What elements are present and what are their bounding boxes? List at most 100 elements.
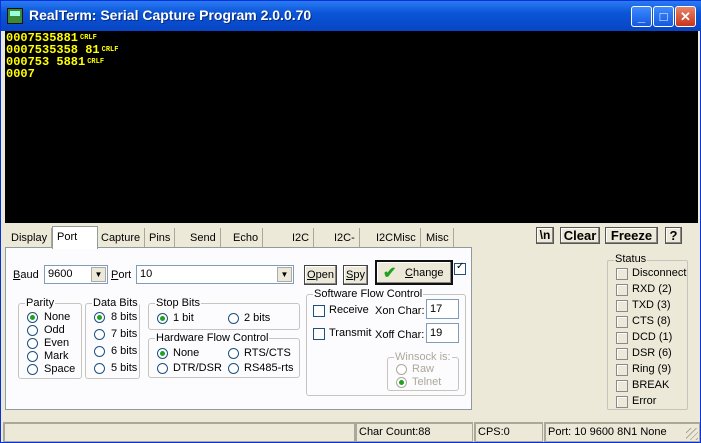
tab-echo-port[interactable]: Echo Port <box>229 228 264 264</box>
status-error-label: Error <box>632 395 657 407</box>
parity-odd-radio[interactable] <box>27 325 38 336</box>
maximize-button[interactable]: □ <box>653 6 674 27</box>
databits-8-label: 8 bits <box>111 311 138 323</box>
cps-readout: CPS:0 <box>474 422 543 442</box>
hwflow-none-radio[interactable] <box>157 348 168 359</box>
hwflow-dtrdsr-radio[interactable] <box>157 363 168 374</box>
hwflow-title: Hardware Flow Control <box>155 332 270 344</box>
open-button[interactable]: Open <box>304 265 337 285</box>
winsock-telnet-label: Telnet <box>412 376 442 388</box>
status-break-label: BREAK <box>632 379 670 391</box>
parity-none-label: None <box>44 311 71 323</box>
stopbits-title: Stop Bits <box>155 297 202 309</box>
stopbits-1-radio[interactable] <box>157 313 168 324</box>
status-cts-label: CTS (8) <box>632 315 671 327</box>
tab-pins[interactable]: Pins <box>145 228 176 248</box>
tab-i2cmisc[interactable]: I2CMisc <box>372 228 421 248</box>
winsock-telnet-radio[interactable] <box>396 377 407 388</box>
close-button[interactable]: ✕ <box>675 6 696 27</box>
statusbar-blank <box>3 422 355 442</box>
receive-label: Receive <box>329 304 369 316</box>
chevron-down-icon[interactable]: ▼ <box>91 267 106 282</box>
port-info: Port: 10 9600 8N1 None <box>544 422 700 442</box>
stopbits-2-radio[interactable] <box>228 313 239 324</box>
databits-6-radio[interactable] <box>94 346 105 357</box>
status-led <box>616 396 628 408</box>
parity-mark-label: Mark <box>44 350 69 362</box>
change-checkbox[interactable] <box>454 261 466 275</box>
status-led <box>616 348 628 360</box>
databits-title: Data Bits <box>92 297 139 309</box>
help-button[interactable]: ? <box>665 227 682 244</box>
xoff-char-input[interactable]: 19 <box>426 323 459 343</box>
freeze-button[interactable]: Freeze <box>605 227 658 244</box>
parity-mark-radio[interactable] <box>27 351 38 362</box>
databits-5-radio[interactable] <box>94 363 105 374</box>
hwflow-rtscts-radio[interactable] <box>228 348 239 359</box>
swflow-group: Software Flow Control Receive Xon Char: … <box>306 288 466 396</box>
stopbits-1-label: 1 bit <box>173 312 194 324</box>
parity-space-label: Space <box>44 363 76 375</box>
databits-7-radio[interactable] <box>94 329 105 340</box>
databits-8-radio[interactable] <box>94 312 105 323</box>
tab-send[interactable]: Send <box>186 228 221 248</box>
xon-char-input[interactable]: 17 <box>426 299 459 319</box>
status-disconnect-label[interactable]: Disconnect <box>632 267 686 279</box>
chevron-down-icon[interactable]: ▼ <box>277 267 292 282</box>
tab-display[interactable]: Display <box>7 228 53 248</box>
status-led <box>616 364 628 376</box>
port-label: Port <box>111 269 132 281</box>
winsock-group: Winsock is: Raw Telnet <box>387 351 459 391</box>
parity-none-radio[interactable] <box>27 312 38 323</box>
tab-i2c-2[interactable]: I2C-2 <box>330 228 360 264</box>
minimize-button[interactable]: _ <box>631 6 652 27</box>
status-dcd-label: DCD (1) <box>632 331 673 343</box>
parity-even-label: Even <box>44 337 70 349</box>
stopbits-2-label: 2 bits <box>244 312 271 324</box>
clear-button[interactable]: Clear <box>560 227 600 244</box>
transmit-checkbox[interactable] <box>313 328 325 340</box>
terminal-line: 000753 5881 CRLF <box>6 55 105 69</box>
parity-space-radio[interactable] <box>27 364 38 375</box>
window-title: RealTerm: Serial Capture Program 2.0.0.7… <box>29 7 312 23</box>
hwflow-dtrdsr-label: DTR/DSR <box>173 362 222 374</box>
winsock-raw-radio[interactable] <box>396 364 407 375</box>
hwflow-group: Hardware Flow Control None RTS/CTS DTR/D… <box>148 332 300 378</box>
databits-group: Data Bits 8 bits 7 bits 6 bits 5 bits <box>85 297 140 379</box>
resize-grip-icon[interactable] <box>686 428 698 440</box>
terminal-line: 0007535358 81 CRLF <box>6 43 119 57</box>
realterm-window: RealTerm: Serial Capture Program 2.0.0.7… <box>0 0 701 443</box>
tab-capture[interactable]: Capture <box>97 228 146 248</box>
status-rxd-label: RXD (2) <box>632 283 672 295</box>
port-value: 10 <box>140 268 153 280</box>
parity-even-radio[interactable] <box>27 338 38 349</box>
title-bar[interactable]: RealTerm: Serial Capture Program 2.0.0.7… <box>1 1 701 31</box>
baud-select[interactable]: 9600 ▼ <box>44 265 108 284</box>
winsock-raw-label: Raw <box>412 363 435 375</box>
terminal-line: 0007535881 CRLF <box>6 31 97 45</box>
terminal-display[interactable]: 0007535881 CRLF 0007535358 81 CRLF 000753 … <box>5 31 698 223</box>
status-dsr-label: DSR (6) <box>632 347 672 359</box>
app-icon[interactable] <box>7 8 23 24</box>
change-button[interactable]: ✔ Change <box>375 260 453 285</box>
terminal-line: 0007 <box>6 67 35 81</box>
tab-i2c[interactable]: I2C <box>288 228 315 248</box>
spy-button[interactable]: Spy <box>343 265 368 285</box>
tab-misc[interactable]: Misc <box>422 228 454 248</box>
crlf-marker: CRLF <box>80 34 97 42</box>
status-led <box>616 284 628 296</box>
databits-5-label: 5 bits <box>111 362 138 374</box>
change-label: Change <box>405 267 444 279</box>
crlf-marker: CRLF <box>87 58 105 66</box>
status-title: Status <box>614 253 648 265</box>
receive-checkbox[interactable] <box>313 305 325 317</box>
hwflow-rs485-radio[interactable] <box>228 363 239 374</box>
status-ring-label: Ring (9) <box>632 363 672 375</box>
port-select[interactable]: 10 ▼ <box>136 265 294 284</box>
swflow-title: Software Flow Control <box>313 288 424 300</box>
newline-button[interactable]: \n <box>536 227 554 244</box>
stopbits-group: Stop Bits 1 bit 2 bits <box>148 297 300 330</box>
status-led <box>616 316 628 328</box>
tab-port[interactable]: Port <box>52 226 98 249</box>
hwflow-none-label: None <box>173 347 200 359</box>
